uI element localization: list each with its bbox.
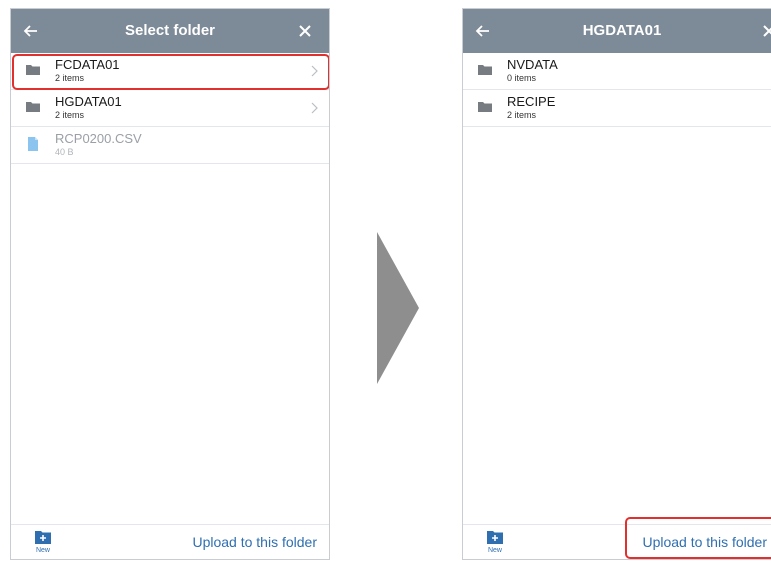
- new-folder-icon: [487, 531, 503, 544]
- file-icon: [28, 137, 38, 151]
- item-count: 2 items: [55, 110, 85, 120]
- item-size: 40 B: [55, 147, 74, 157]
- folder-icon: [26, 102, 40, 112]
- folder-icon: [478, 65, 492, 75]
- chevron-right-icon: [311, 65, 318, 77]
- item-count: 2 items: [507, 110, 537, 120]
- item-name: RCP0200.CSV: [55, 131, 142, 146]
- list-item-rcp0200-csv: RCP0200.CSV 40 B: [11, 127, 329, 164]
- title-bar: HGDATA01: [463, 9, 771, 53]
- upload-to-this-folder-button[interactable]: Upload to this folder: [642, 534, 767, 550]
- item-name: NVDATA: [507, 57, 558, 72]
- footer-toolbar: New Upload to this folder: [11, 524, 329, 559]
- list-item-nvdata[interactable]: NVDATA 0 items: [463, 53, 771, 90]
- new-label: New: [35, 547, 50, 554]
- close-icon[interactable]: [759, 21, 771, 41]
- page-title: Select folder: [124, 22, 216, 39]
- folder-list: FCDATA01 2 items HGDATA01 2 items RCP020…: [11, 53, 329, 164]
- close-icon[interactable]: [295, 21, 315, 41]
- new-label: New: [487, 547, 502, 554]
- item-count: 0 items: [507, 73, 537, 83]
- back-arrow-icon[interactable]: [19, 19, 43, 43]
- item-name: FCDATA01: [55, 57, 120, 72]
- right-triangle-arrow-icon: [377, 232, 419, 384]
- new-folder-button[interactable]: New: [483, 530, 507, 558]
- upload-to-this-folder-button[interactable]: Upload to this folder: [192, 534, 317, 550]
- left-screen: Select folder FCDATA01 2 items HGDATA01 …: [10, 8, 330, 560]
- list-item-hgdata01[interactable]: HGDATA01 2 items: [11, 90, 329, 127]
- list-item-recipe[interactable]: RECIPE 2 items: [463, 90, 771, 127]
- folder-icon: [26, 65, 40, 75]
- item-name: HGDATA01: [55, 94, 122, 109]
- title-bar: Select folder: [11, 9, 329, 53]
- footer-toolbar: New Upload to this folder: [463, 517, 771, 559]
- item-count: 2 items: [55, 73, 85, 83]
- item-name: RECIPE: [507, 94, 556, 109]
- right-screen: HGDATA01 NVDATA 0 items RECIPE 2 items N…: [462, 8, 771, 560]
- folder-icon: [478, 102, 492, 112]
- list-item-fcdata01[interactable]: FCDATA01 2 items: [11, 53, 329, 90]
- back-arrow-icon[interactable]: [471, 19, 495, 43]
- folder-list: NVDATA 0 items RECIPE 2 items: [463, 53, 771, 127]
- page-title: HGDATA01: [582, 22, 662, 39]
- new-folder-button[interactable]: New: [31, 530, 55, 558]
- chevron-right-icon: [311, 102, 318, 114]
- new-folder-icon: [35, 531, 51, 544]
